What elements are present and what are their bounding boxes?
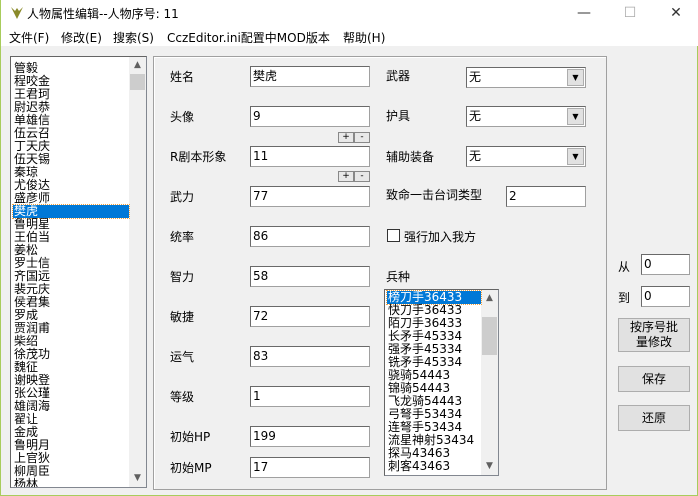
plus-button[interactable]: + [338,171,354,182]
crit-line-label: 致命一击台词类型 [386,188,483,202]
portrait-stepper: + - [338,132,370,143]
field-input[interactable]: 樊虎 [250,66,370,87]
weapon-value: 无 [469,70,482,84]
field-label: 头像 [170,110,195,124]
troop-list-scrollbar[interactable]: ▲ ▼ [481,290,498,475]
armor-value: 无 [469,109,482,123]
troop-label: 兵种 [386,270,411,284]
menu-bar: 文件(F) 修改(E) 搜索(S) CczEditor.ini配置中MOD版本 … [1,26,698,46]
scroll-down-icon[interactable]: ▼ [129,470,146,487]
window-title: 人物属性编辑--人物序号: 11 [27,7,179,21]
menu-file[interactable]: 文件(F) [9,29,49,46]
minus-button[interactable]: - [354,132,370,143]
from-input[interactable]: 0 [641,254,690,275]
field-label: 初始MP [170,461,212,475]
maximize-button[interactable]: ☐ [607,0,653,26]
field-input[interactable]: 1 [250,386,370,407]
troop-list-item[interactable]: 刺客43463 [387,460,481,473]
menu-search[interactable]: 搜索(S) [113,29,154,46]
scroll-down-icon[interactable]: ▼ [481,458,498,475]
to-input[interactable]: 0 [641,286,690,307]
armor-select[interactable]: 无 ▼ [466,106,586,127]
chevron-down-icon[interactable]: ▼ [567,148,584,165]
to-label: 到 [618,291,631,305]
field-label: R剧本形象 [170,150,227,164]
save-button[interactable]: 保存 [618,366,690,392]
weapon-select[interactable]: 无 ▼ [466,67,586,88]
field-label: 运气 [170,350,195,364]
field-label: 等级 [170,390,195,404]
field-input[interactable]: 77 [250,186,370,207]
force-join-label: 强行加入我方 [404,230,477,244]
character-list-scrollbar[interactable]: ▲ ▼ [129,57,146,487]
field-input[interactable]: 83 [250,346,370,367]
character-list-item[interactable]: 杨林 [13,478,129,488]
field-label: 敏捷 [170,310,195,324]
crit-line-input[interactable]: 2 [506,186,586,207]
chevron-down-icon[interactable]: ▼ [567,108,584,125]
from-label: 从 [618,260,631,274]
rscript-stepper: + - [338,171,370,182]
field-label: 武力 [170,190,195,204]
menu-mod-version[interactable]: CczEditor.ini配置中MOD版本 [167,29,330,46]
field-input[interactable]: 86 [250,226,370,247]
plus-button[interactable]: + [338,132,354,143]
weapon-label: 武器 [386,69,411,83]
troop-list[interactable]: ▲ ▼ 榜刀手36433 快刀手36433 陌刀手36433 长矛手45334 强矛手4… [384,289,499,476]
scroll-thumb[interactable] [130,74,145,90]
field-input[interactable]: 58 [250,266,370,287]
armor-label: 护具 [386,109,411,123]
accessory-value: 无 [469,149,482,163]
scroll-thumb[interactable] [482,317,497,355]
title-bar: 人物属性编辑--人物序号: 11 — ☐ ✕ [1,0,698,26]
field-label: 姓名 [170,70,195,84]
field-input[interactable]: 199 [250,426,370,447]
accessory-label: 辅助装备 [386,150,435,164]
menu-edit[interactable]: 修改(E) [61,29,102,46]
accessory-select[interactable]: 无 ▼ [466,146,586,167]
scroll-up-icon[interactable]: ▲ [129,57,146,74]
minimize-button[interactable]: — [561,0,607,26]
minus-button[interactable]: - [354,171,370,182]
character-list[interactable]: ▲ ▼ 管毅 程咬金 王君珂 尉迟恭 单雄信 伍云召 丁天庆 伍天锡 秦琼 尤俊达 盛彦师 樊虎 鲁明星… [10,56,147,488]
scroll-up-icon[interactable]: ▲ [481,290,498,307]
field-label: 统率 [170,230,195,244]
field-input[interactable]: 11 [250,146,370,167]
app-icon [11,7,23,19]
menu-help[interactable]: 帮助(H) [343,29,385,46]
batch-modify-button[interactable]: 按序号批量修改 [618,318,690,352]
close-button[interactable]: ✕ [653,0,698,26]
field-input[interactable]: 9 [250,106,370,127]
field-label: 初始HP [170,430,211,444]
field-input[interactable]: 72 [250,306,370,327]
force-join-checkbox[interactable] [387,229,400,242]
restore-button[interactable]: 还原 [618,405,690,431]
field-label: 智力 [170,270,195,284]
field-input[interactable]: 17 [250,457,370,478]
chevron-down-icon[interactable]: ▼ [567,69,584,86]
